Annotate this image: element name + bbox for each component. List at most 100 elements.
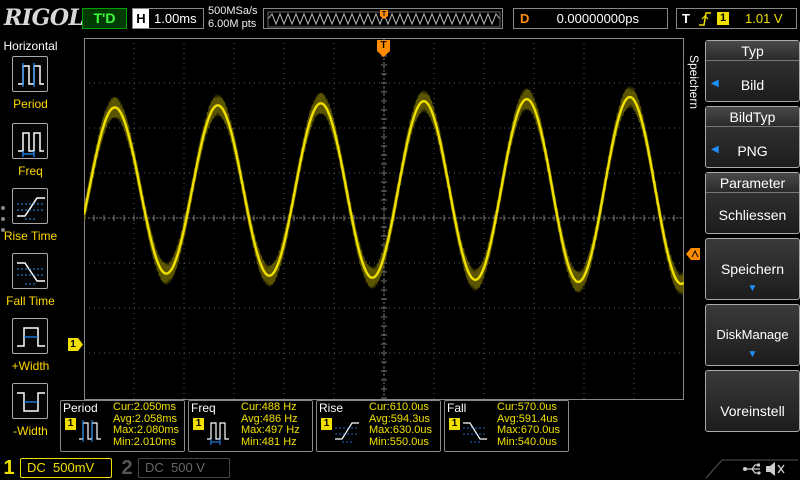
sidebar-item-rise-time[interactable]: Rise Time xyxy=(0,188,61,253)
sidebar-item-label: Period xyxy=(13,97,48,111)
result-max: Max:670.0us xyxy=(497,424,560,436)
channel-1-coupling: DC xyxy=(27,460,46,475)
rising-edge-icon xyxy=(699,12,711,26)
sidebar-item-label: +Width xyxy=(11,359,50,373)
menu-title: Speichern xyxy=(684,45,704,125)
result-values: Cur:2.050ms Avg:2.058ms Max:2.080ms Min:… xyxy=(113,401,180,448)
down-arrow-icon: ▼ xyxy=(747,283,758,294)
trigger-position-marker[interactable]: T xyxy=(377,40,390,57)
result-name: Freq xyxy=(191,401,216,415)
run-status-indicator[interactable]: T'D xyxy=(82,8,127,29)
softkey-value: Bild xyxy=(740,77,765,93)
result-name: Fall xyxy=(447,401,467,415)
horizontal-timebase[interactable]: H 1.00ms xyxy=(132,8,204,29)
softkey-title: Parameter xyxy=(706,173,799,193)
result-channel-badge: 1 xyxy=(449,418,460,430)
rise-time-icon xyxy=(335,422,359,443)
softkey-value: Speichern xyxy=(720,261,785,277)
sidebar-item-negative-width[interactable]: -Width xyxy=(0,383,61,448)
result-name: Period xyxy=(63,401,98,415)
trigger-label: T xyxy=(682,11,690,26)
softkey-value: Voreinstell xyxy=(720,403,785,419)
ground-marker-label: 1 xyxy=(70,339,76,350)
positive-width-icon xyxy=(12,318,48,354)
result-values: Cur:488 Hz Avg:486 Hz Max:497 Hz Min:481… xyxy=(241,401,300,448)
trigger-display[interactable]: T 1 1.01 V xyxy=(676,8,797,29)
usb-icon xyxy=(743,463,761,475)
delay-value: 0.00000000ps xyxy=(556,11,639,26)
fall-time-icon xyxy=(12,253,48,289)
result-rise[interactable]: Rise 1 Cur:610.0us Avg:594.3us Max:630.0… xyxy=(316,400,441,452)
sidebar-item-label: -Width xyxy=(13,424,48,438)
result-max: Max:497 Hz xyxy=(241,424,300,436)
speaker-muted-icon xyxy=(766,462,785,476)
sidebar-item-label: Fall Time xyxy=(6,294,55,308)
result-fall[interactable]: Fall 1 Cur:570.0us Avg:591.4us Max:670.0… xyxy=(444,400,569,452)
result-channel-badge: 1 xyxy=(321,418,332,430)
softkey-typ[interactable]: Typ ◀ Bild xyxy=(705,40,800,102)
memory-depth: 6.00M pts xyxy=(208,18,257,30)
softkey-value: PNG xyxy=(737,143,768,159)
result-max: Max:2.080ms xyxy=(113,424,180,436)
softkey-value: DiskManage xyxy=(716,327,789,342)
sidebar-item-fall-time[interactable]: Fall Time xyxy=(0,253,61,318)
sidebar-title: Horizontal xyxy=(3,39,58,53)
delay-display[interactable]: D 0.00000000ps xyxy=(513,8,668,29)
softkey-value: Schliessen xyxy=(718,207,787,223)
result-min: Min:2.010ms xyxy=(113,435,176,448)
result-channel-badge: 1 xyxy=(193,418,204,430)
softkey-parameter[interactable]: Parameter Schliessen xyxy=(705,172,800,234)
down-arrow-icon: ▼ xyxy=(747,349,758,360)
freq-icon xyxy=(12,123,48,159)
channel-2-number[interactable]: 2 xyxy=(118,456,136,480)
measurement-results-bar: Period 1 Cur:2.050ms Avg:2.058ms Max:2.0… xyxy=(60,400,700,452)
softkey-title: BildTyp xyxy=(706,107,799,127)
brand-logo: RIGOL xyxy=(4,5,84,31)
trigger-marker-label: T xyxy=(380,40,387,51)
softkey-title: Typ xyxy=(706,41,799,61)
channel-1-settings[interactable]: DC 500mV xyxy=(20,458,112,478)
sample-rate: 500MSa/s xyxy=(208,5,258,17)
channel-1-scale: 500mV xyxy=(53,460,95,475)
sidebar-item-label: Freq xyxy=(18,164,43,178)
trigger-level: 1.01 V xyxy=(745,11,783,26)
graticule xyxy=(84,38,684,400)
channel-1-ground-marker[interactable]: 1 xyxy=(68,338,84,351)
channel-2-coupling: DC xyxy=(145,460,164,475)
channel-2-settings[interactable]: DC 500 V xyxy=(138,458,230,478)
channel-1-number[interactable]: 1 xyxy=(0,456,18,480)
channel-2-scale: 500 V xyxy=(171,460,205,475)
result-values: Cur:570.0us Avg:591.4us Max:670.0us Min:… xyxy=(497,401,560,448)
menu-title-text: Speichern xyxy=(687,54,701,110)
result-cur: Cur:488 Hz xyxy=(241,401,297,413)
result-channel-badge: 1 xyxy=(65,418,76,430)
softkey-voreinstell[interactable]: Voreinstell xyxy=(705,370,800,432)
status-icons xyxy=(705,459,798,479)
sidebar-item-label: Rise Time xyxy=(3,229,58,243)
softkey-menu: Typ ◀ Bild BildTyp ◀ PNG Parameter Schli… xyxy=(705,38,800,456)
period-icon xyxy=(12,56,48,92)
channel-status-bar: 1 DC 500mV 2 DC 500 V xyxy=(0,456,800,480)
result-max: Max:630.0us xyxy=(369,424,432,436)
softkey-bildtyp[interactable]: BildTyp ◀ PNG xyxy=(705,106,800,168)
memory-overview-bar[interactable]: T xyxy=(263,8,503,29)
sidebar-item-freq[interactable]: Freq xyxy=(0,123,61,188)
svg-text:T: T xyxy=(382,11,387,18)
result-period[interactable]: Period 1 Cur:2.050ms Avg:2.058ms Max:2.0… xyxy=(60,400,185,452)
softkey-speichern[interactable]: Speichern ▼ xyxy=(705,238,800,300)
top-status-bar: RIGOL T'D H 1.00ms 500MSa/s 6.00M pts T … xyxy=(0,0,800,38)
result-name: Rise xyxy=(319,401,344,415)
waveform-display[interactable] xyxy=(84,38,684,400)
sidebar-item-positive-width[interactable]: +Width xyxy=(0,318,61,383)
result-cur: Cur:610.0us xyxy=(369,401,429,413)
period-icon xyxy=(79,420,101,442)
delay-label: D xyxy=(520,11,530,26)
measurement-sidebar: Horizontal Period Freq Rise Time Fall Ti… xyxy=(0,38,61,456)
sidebar-item-period[interactable]: Period xyxy=(0,56,61,121)
trigger-source-badge: 1 xyxy=(717,12,729,25)
negative-width-icon xyxy=(12,383,48,419)
trigger-level-marker-icon[interactable] xyxy=(686,248,700,260)
result-freq[interactable]: Freq 1 Cur:488 Hz Avg:486 Hz Max:497 Hz … xyxy=(188,400,313,452)
softkey-diskmanage[interactable]: DiskManage ▼ xyxy=(705,304,800,366)
result-min: Min:481 Hz xyxy=(241,435,297,448)
